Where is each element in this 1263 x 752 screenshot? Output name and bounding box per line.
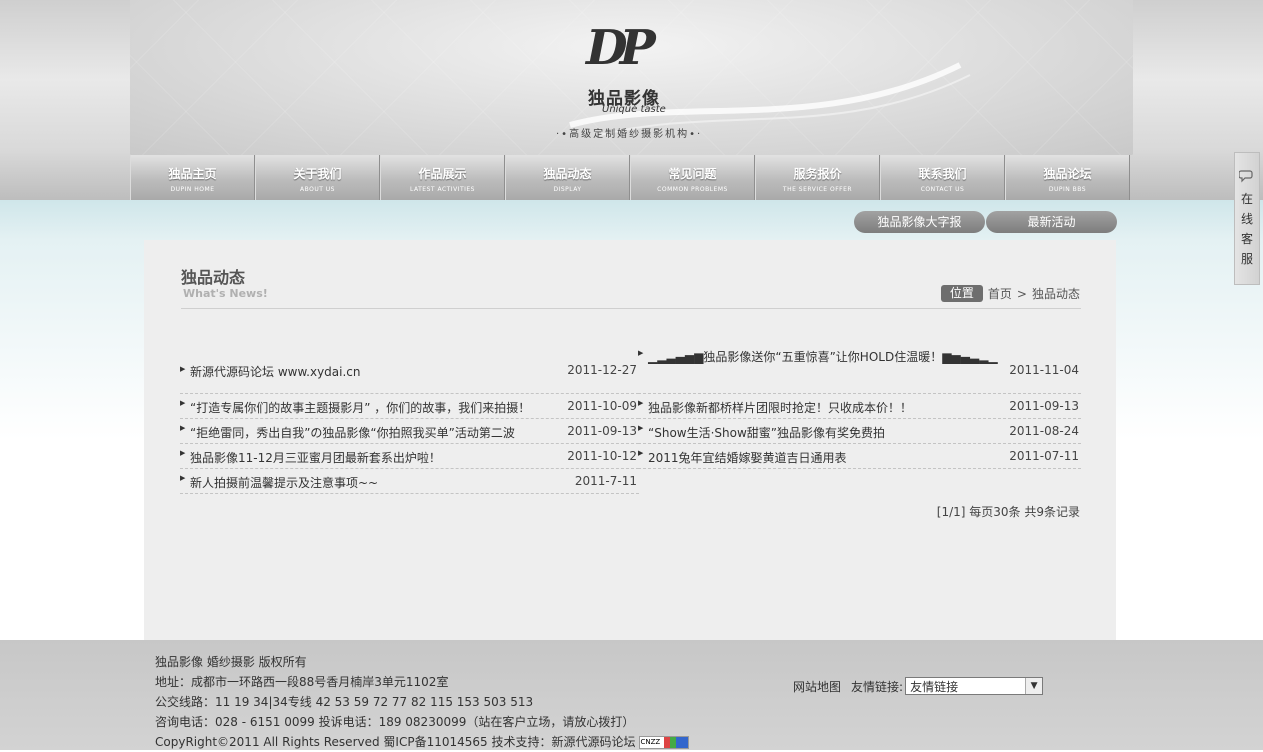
nav-label-cn: 独品论坛 <box>1043 167 1092 181</box>
news-title[interactable]: “打造专属你们的故事主题摄影月” ，你们的故事，我们来拍摄！ <box>190 399 530 416</box>
news-list-left: ▶ 新源代源码论坛 www.xydai.cn 2011-12-27 ▶ “打造专… <box>180 356 639 494</box>
news-date: 2011-7-11 <box>574 474 637 488</box>
nav-label-en: CONTACT US <box>920 186 965 193</box>
section-divider <box>181 308 1081 309</box>
nav-item-forum[interactable]: 独品论坛 DUPIN BBS <box>1005 155 1130 200</box>
bullet-icon: ▶ <box>180 399 186 407</box>
news-title[interactable]: “Show生活·Show甜蜜”独品影像有奖免费拍 <box>648 424 885 441</box>
news-title[interactable]: 2011兔年宜结婚嫁娶黄道吉日通用表 <box>648 449 847 466</box>
cnzz-badge[interactable]: CNZZ <box>639 736 690 749</box>
side-text-char: 服 <box>1240 252 1253 266</box>
nav-item-pricing[interactable]: 服务报价 THE SERVICE OFFER <box>755 155 880 200</box>
pagination-info: [1/1] 每页30条 共9条记录 <box>936 505 1080 519</box>
breadcrumb-current: 独品动态 <box>1031 287 1080 301</box>
nav-label-cn: 常见问题 <box>668 167 717 181</box>
nav-label-cn: 联系我们 <box>918 167 967 181</box>
sitemap-link[interactable]: 网站地图 <box>793 678 841 695</box>
logo-tagline: ·•高级定制婚纱摄影机构•· <box>556 129 703 140</box>
bullet-icon: ▶ <box>180 365 186 373</box>
footer-info: 独品影像 婚纱摄影 版权所有 地址：成都市一环路西一段88号香月楠岸3单元110… <box>155 652 690 752</box>
footer-bus-lines: 公交线路：11 19 34|34专线 42 53 59 72 77 82 115… <box>155 695 534 709</box>
chevron-down-icon[interactable]: ▼ <box>1025 678 1043 694</box>
news-list-right: ▶ ▁▂▃▄▅▆独品影像送你“五重惊喜”让你HOLD住温暖！▆▅▄▃▂▁ 201… <box>638 344 1081 469</box>
nav-item-about[interactable]: 关于我们 ABOUT US <box>255 155 380 200</box>
news-title[interactable]: 独品影像11-12月三亚蜜月团最新套系出炉啦！ <box>190 449 441 466</box>
nav-label-cn: 关于我们 <box>293 167 342 181</box>
news-title[interactable]: 新源代源码论坛 www.xydai.cn <box>190 363 361 380</box>
bullet-icon: ▶ <box>638 449 644 457</box>
chat-icon <box>1235 169 1259 187</box>
bullet-icon: ▶ <box>180 424 186 432</box>
nav-label-en: COMMON PROBLEMS <box>657 186 728 193</box>
nav-item-news[interactable]: 独品动态 DISPLAY <box>505 155 630 200</box>
nav-label-en: DUPIN HOME <box>170 186 215 193</box>
news-title[interactable]: ▁▂▃▄▅▆独品影像送你“五重惊喜”让你HOLD住温暖！▆▅▄▃▂▁ <box>638 349 1010 365</box>
news-item[interactable]: ▶ 2011兔年宜结婚嫁娶黄道吉日通用表 2011-07-11 <box>638 444 1081 469</box>
nav-item-contact[interactable]: 联系我们 CONTACT US <box>880 155 1005 200</box>
bullet-icon: ▶ <box>638 399 644 407</box>
news-item[interactable]: ▶ “打造专属你们的故事主题摄影月” ，你们的故事，我们来拍摄！ 2011-10… <box>180 394 639 419</box>
footer-address: 地址：成都市一环路西一段88号香月楠岸3单元1102室 <box>155 675 449 689</box>
nav-label-en: DUPIN BBS <box>1048 186 1087 193</box>
footer-copyright-owner: 独品影像 婚纱摄影 版权所有 <box>155 655 307 669</box>
news-date: 2011-10-09 <box>567 399 637 413</box>
news-date: 2011-12-27 <box>567 363 637 377</box>
nav-label-cn: 作品展示 <box>418 167 467 181</box>
news-date: 2011-11-04 <box>1009 363 1079 377</box>
nav-label-en: DISPLAY <box>553 186 582 193</box>
breadcrumb: 位置 首页 > 独品动态 <box>940 285 1080 302</box>
friend-links-label: 友情链接: <box>851 679 904 694</box>
nav-label-en: LATEST ACTIVITIES <box>410 186 475 193</box>
page-subtitle: What's News! <box>183 287 268 300</box>
news-item[interactable]: ▶ 独品影像新都桥样片团限时抢定！只收成本价！！ 2011-09-13 <box>638 394 1081 419</box>
logo-name-en: Unique taste <box>602 104 666 115</box>
nav-item-works[interactable]: 作品展示 LATEST ACTIVITIES <box>380 155 505 200</box>
page-title: 独品动态 <box>181 268 246 287</box>
news-date: 2011-09-13 <box>567 424 637 438</box>
news-item[interactable]: ▶ ▁▂▃▄▅▆独品影像送你“五重惊喜”让你HOLD住温暖！▆▅▄▃▂▁ 201… <box>638 344 1081 394</box>
online-service-widget[interactable]: 在 线 客 服 <box>1234 152 1260 285</box>
latest-events-button[interactable]: 最新活动 <box>986 211 1117 233</box>
footer-copyright: CopyRight©2011 All Rights Reserved 蜀ICP备… <box>155 735 636 749</box>
breadcrumb-separator: > <box>1016 286 1027 301</box>
breadcrumb-home[interactable]: 首页 <box>988 285 1012 302</box>
breadcrumb-tag: 位置 <box>940 285 983 302</box>
footer-links: 网站地图 友情链接: 友情链接 ▼ <box>793 677 1044 695</box>
news-item[interactable]: ▶ “拒绝雷同，秀出自我”の独品影像“你拍照我买单”活动第二波 2011-09-… <box>180 419 639 444</box>
bulletin-button[interactable]: 独品影像大字报 <box>854 211 985 233</box>
side-text-char: 客 <box>1240 232 1253 246</box>
news-date: 2011-07-11 <box>1009 449 1079 463</box>
nav-label-cn: 独品主页 <box>168 167 217 181</box>
bullet-icon: ▶ <box>180 474 186 482</box>
news-item[interactable]: ▶ “Show生活·Show甜蜜”独品影像有奖免费拍 2011-08-24 <box>638 419 1081 444</box>
bullet-icon: ▶ <box>638 424 644 432</box>
footer-phone: 咨询电话：028 - 6151 0099 投诉电话：189 08230099（站… <box>155 715 635 729</box>
news-date: 2011-10-12 <box>567 449 637 463</box>
news-item[interactable]: ▶ 新源代源码论坛 www.xydai.cn 2011-12-27 <box>180 356 639 394</box>
news-title[interactable]: 新人拍摄前温馨提示及注意事项~~ <box>190 474 378 491</box>
nav-item-faq[interactable]: 常见问题 COMMON PROBLEMS <box>630 155 755 200</box>
friend-links-selected: 友情链接 <box>910 680 959 694</box>
nav-label-cn: 独品动态 <box>543 167 592 181</box>
main-nav: 独品主页 DUPIN HOME 关于我们 ABOUT US 作品展示 LATES… <box>130 155 1130 200</box>
news-date: 2011-09-13 <box>1009 399 1079 413</box>
news-title[interactable]: “拒绝雷同，秀出自我”の独品影像“你拍照我买单”活动第二波 <box>190 424 515 441</box>
bullet-icon: ▶ <box>180 449 186 457</box>
news-date: 2011-08-24 <box>1009 424 1079 438</box>
nav-item-home[interactable]: 独品主页 DUPIN HOME <box>130 155 255 200</box>
friend-links-select[interactable]: 友情链接 ▼ <box>905 677 1044 695</box>
logo-mark[interactable]: DP <box>586 12 656 84</box>
side-text-char: 线 <box>1240 212 1253 226</box>
side-text-char: 在 <box>1240 192 1253 206</box>
nav-label-en: THE SERVICE OFFER <box>782 186 853 193</box>
news-item[interactable]: ▶ 新人拍摄前温馨提示及注意事项~~ 2011-7-11 <box>180 469 639 494</box>
news-item[interactable]: ▶ 独品影像11-12月三亚蜜月团最新套系出炉啦！ 2011-10-12 <box>180 444 639 469</box>
nav-label-cn: 服务报价 <box>793 167 842 181</box>
news-title[interactable]: 独品影像新都桥样片团限时抢定！只收成本价！！ <box>648 399 912 416</box>
nav-label-en: ABOUT US <box>299 186 335 193</box>
